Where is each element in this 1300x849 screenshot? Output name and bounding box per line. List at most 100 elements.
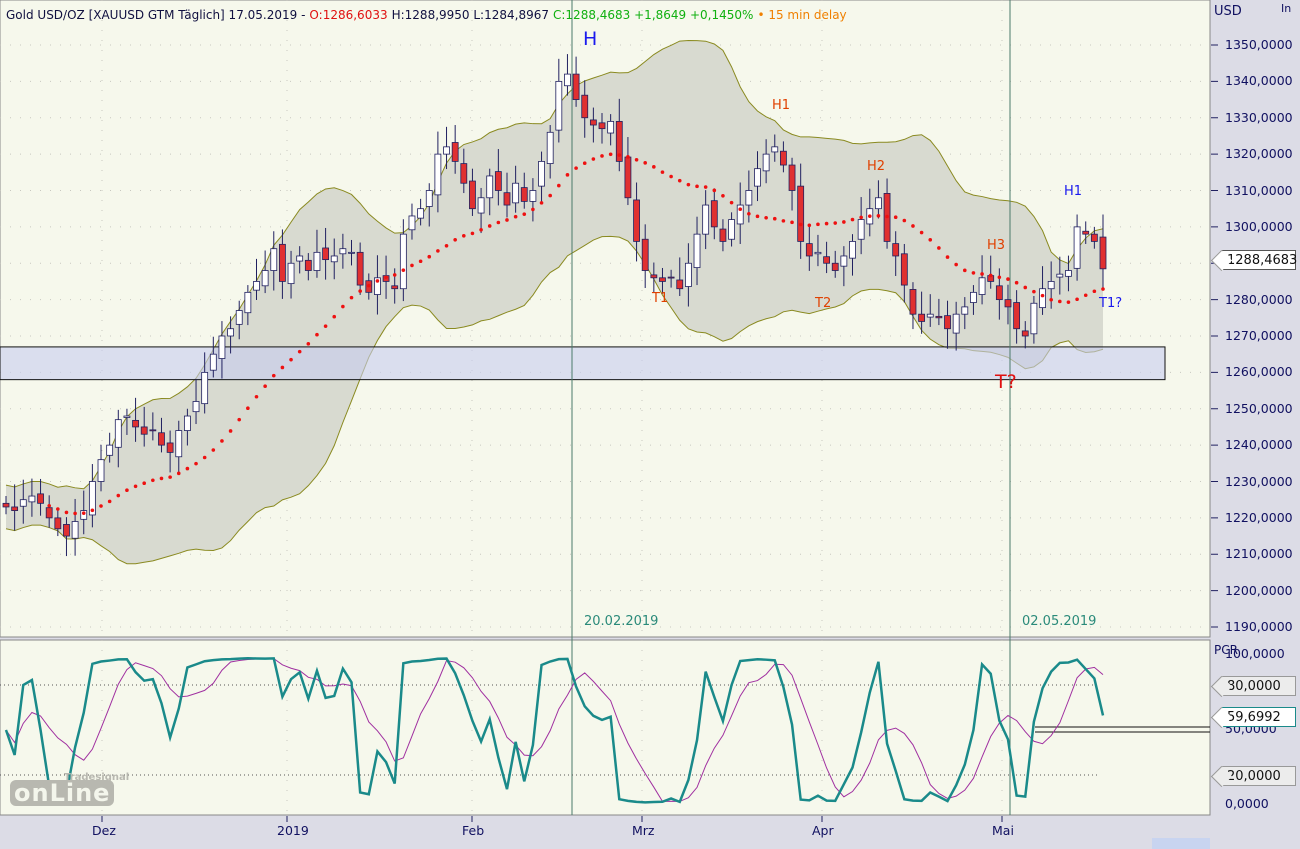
ma-dot bbox=[660, 170, 665, 174]
ma-dot bbox=[1014, 280, 1019, 285]
candle-body bbox=[970, 291, 977, 303]
candle-body bbox=[780, 150, 787, 166]
ma-dot bbox=[824, 221, 829, 226]
ma-dot bbox=[358, 289, 362, 293]
candle-body bbox=[598, 122, 606, 130]
ma-dot bbox=[436, 249, 440, 253]
ma-dot bbox=[962, 268, 967, 273]
ma-dot bbox=[539, 201, 544, 205]
ma-dot bbox=[600, 154, 604, 158]
candle-body bbox=[1082, 230, 1090, 235]
candle-body bbox=[840, 255, 848, 267]
ma-dot bbox=[194, 461, 198, 466]
candle-body bbox=[227, 328, 234, 337]
candle-body bbox=[132, 419, 139, 428]
candle-body bbox=[192, 401, 200, 413]
ma-dot bbox=[418, 259, 423, 264]
ma-dot bbox=[859, 215, 863, 220]
ma-dot bbox=[1006, 277, 1010, 281]
ma-dot bbox=[73, 511, 77, 516]
ma-dot bbox=[686, 182, 691, 187]
candle-body bbox=[1039, 288, 1046, 309]
ma-dot bbox=[107, 499, 112, 504]
candle-body bbox=[659, 277, 666, 282]
ma-dot bbox=[99, 504, 103, 508]
ma-dot bbox=[1083, 293, 1088, 298]
candle-body bbox=[399, 233, 407, 290]
ma-dot bbox=[582, 161, 587, 166]
candle-body bbox=[589, 119, 597, 126]
support-zone bbox=[0, 346, 1166, 381]
candle-body bbox=[909, 289, 917, 315]
ma-dot bbox=[945, 255, 950, 259]
ma-dot bbox=[1092, 289, 1097, 294]
ma-dot bbox=[323, 324, 328, 328]
candle-body bbox=[952, 313, 960, 334]
candle-body bbox=[28, 495, 36, 503]
candle-body bbox=[322, 247, 329, 261]
ma-dot bbox=[548, 193, 552, 198]
candle-body bbox=[1013, 302, 1021, 330]
price-axis-label: USD bbox=[1214, 4, 1242, 19]
current-price-tag: 1288,4683 bbox=[1222, 250, 1297, 270]
price-tick-label: 1340,0000 bbox=[1225, 73, 1293, 89]
candle-body bbox=[261, 270, 269, 287]
header-delay: • 15 min delay bbox=[757, 8, 847, 22]
candle-body bbox=[408, 215, 416, 231]
candle-body bbox=[900, 253, 908, 286]
price-tick-label: 1330,0000 bbox=[1225, 109, 1293, 125]
ma-dot bbox=[496, 220, 501, 225]
candle-body bbox=[356, 251, 364, 286]
candle-body bbox=[63, 524, 70, 537]
candle-body bbox=[339, 248, 347, 255]
ma-dot bbox=[842, 220, 846, 224]
header-high-low: H:1288,9950 L:1284,8967 bbox=[391, 8, 549, 22]
ma-dot bbox=[263, 384, 267, 388]
candle-body bbox=[201, 371, 209, 405]
candle-body bbox=[754, 168, 761, 187]
ma-dot bbox=[513, 214, 518, 219]
candle-body bbox=[244, 291, 252, 314]
corner-label[interactable]: In bbox=[1281, 2, 1291, 15]
ma-dot bbox=[988, 273, 993, 278]
candle-body bbox=[1004, 299, 1012, 308]
candle-body bbox=[330, 255, 338, 263]
ma-dot bbox=[116, 493, 121, 498]
ma-dot bbox=[531, 207, 535, 212]
candle-body bbox=[512, 182, 520, 204]
candle-body bbox=[158, 432, 165, 446]
candle-body bbox=[624, 156, 632, 199]
ma-dot bbox=[695, 184, 699, 189]
candle-body bbox=[710, 200, 718, 228]
scroll-thumb[interactable] bbox=[1152, 838, 1210, 849]
candle-body bbox=[771, 146, 779, 153]
candle-body bbox=[650, 274, 658, 279]
candle-body bbox=[693, 233, 701, 269]
candle-body bbox=[106, 444, 114, 456]
ma-dot bbox=[634, 157, 639, 162]
header-title: Gold USD/OZ [XAUUSD GTM Täglich] 17.05.2… bbox=[6, 8, 306, 22]
ma-dot bbox=[755, 214, 760, 219]
time-tick-label: 2019 bbox=[277, 823, 309, 838]
candle-body bbox=[995, 285, 1003, 301]
candle-body bbox=[235, 310, 243, 325]
ma-dot bbox=[971, 271, 976, 275]
time-tick-label: Mrz bbox=[632, 823, 655, 838]
candle-body bbox=[831, 262, 839, 271]
candle-body bbox=[71, 521, 79, 539]
logo-main: onLine bbox=[10, 780, 115, 806]
ma-dot bbox=[980, 272, 984, 276]
ma-dot bbox=[505, 218, 509, 222]
ma-dot bbox=[479, 227, 483, 232]
ma-dot bbox=[444, 243, 449, 248]
candle-body bbox=[892, 243, 900, 257]
price-tick-label: 1280,0000 bbox=[1225, 291, 1293, 307]
pcr-tick-label: 0,0000 bbox=[1225, 796, 1269, 811]
ma-dot bbox=[703, 185, 708, 189]
ma-dot bbox=[237, 417, 242, 422]
price-tick-label: 1200,0000 bbox=[1225, 582, 1293, 598]
ma-dot bbox=[168, 475, 172, 479]
ma-dot bbox=[574, 166, 578, 170]
candle-body bbox=[97, 459, 105, 482]
pcr-level-80-tag: 80,0000 bbox=[1222, 676, 1296, 696]
